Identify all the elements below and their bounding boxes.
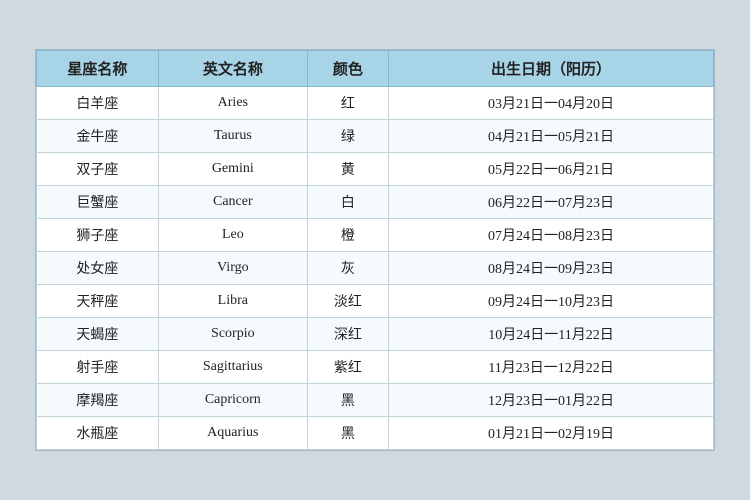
- table-row: 处女座Virgo灰08月24日一09月23日: [37, 252, 714, 285]
- cell-chinese: 水瓶座: [37, 417, 159, 450]
- cell-chinese: 射手座: [37, 351, 159, 384]
- cell-english: Scorpio: [158, 318, 307, 351]
- cell-english: Virgo: [158, 252, 307, 285]
- cell-english: Leo: [158, 219, 307, 252]
- cell-color: 紫红: [307, 351, 388, 384]
- cell-date: 01月21日一02月19日: [389, 417, 714, 450]
- cell-date: 05月22日一06月21日: [389, 153, 714, 186]
- cell-color: 黄: [307, 153, 388, 186]
- cell-color: 深红: [307, 318, 388, 351]
- cell-chinese: 天蝎座: [37, 318, 159, 351]
- cell-english: Gemini: [158, 153, 307, 186]
- header-color: 颜色: [307, 51, 388, 87]
- cell-color: 黑: [307, 384, 388, 417]
- cell-english: Taurus: [158, 120, 307, 153]
- cell-chinese: 天秤座: [37, 285, 159, 318]
- cell-color: 黑: [307, 417, 388, 450]
- table-row: 狮子座Leo橙07月24日一08月23日: [37, 219, 714, 252]
- table-row: 水瓶座Aquarius黑01月21日一02月19日: [37, 417, 714, 450]
- cell-date: 10月24日一11月22日: [389, 318, 714, 351]
- cell-date: 03月21日一04月20日: [389, 87, 714, 120]
- cell-color: 橙: [307, 219, 388, 252]
- cell-chinese: 摩羯座: [37, 384, 159, 417]
- cell-english: Capricorn: [158, 384, 307, 417]
- cell-color: 红: [307, 87, 388, 120]
- table-row: 天秤座Libra淡红09月24日一10月23日: [37, 285, 714, 318]
- cell-date: 07月24日一08月23日: [389, 219, 714, 252]
- table-row: 天蝎座Scorpio深红10月24日一11月22日: [37, 318, 714, 351]
- cell-date: 04月21日一05月21日: [389, 120, 714, 153]
- cell-english: Libra: [158, 285, 307, 318]
- cell-chinese: 金牛座: [37, 120, 159, 153]
- table-body: 白羊座Aries红03月21日一04月20日金牛座Taurus绿04月21日一0…: [37, 87, 714, 450]
- table-row: 双子座Gemini黄05月22日一06月21日: [37, 153, 714, 186]
- table-row: 金牛座Taurus绿04月21日一05月21日: [37, 120, 714, 153]
- header-chinese: 星座名称: [37, 51, 159, 87]
- table-row: 射手座Sagittarius紫红11月23日一12月22日: [37, 351, 714, 384]
- cell-date: 06月22日一07月23日: [389, 186, 714, 219]
- cell-color: 淡红: [307, 285, 388, 318]
- cell-chinese: 处女座: [37, 252, 159, 285]
- table-row: 巨蟹座Cancer白06月22日一07月23日: [37, 186, 714, 219]
- cell-english: Aries: [158, 87, 307, 120]
- cell-english: Aquarius: [158, 417, 307, 450]
- cell-date: 08月24日一09月23日: [389, 252, 714, 285]
- header-english: 英文名称: [158, 51, 307, 87]
- table-row: 白羊座Aries红03月21日一04月20日: [37, 87, 714, 120]
- table-header-row: 星座名称 英文名称 颜色 出生日期（阳历）: [37, 51, 714, 87]
- cell-date: 11月23日一12月22日: [389, 351, 714, 384]
- header-date: 出生日期（阳历）: [389, 51, 714, 87]
- cell-chinese: 巨蟹座: [37, 186, 159, 219]
- zodiac-table: 星座名称 英文名称 颜色 出生日期（阳历） 白羊座Aries红03月21日一04…: [36, 50, 714, 450]
- cell-chinese: 双子座: [37, 153, 159, 186]
- cell-color: 白: [307, 186, 388, 219]
- cell-chinese: 白羊座: [37, 87, 159, 120]
- cell-color: 绿: [307, 120, 388, 153]
- cell-color: 灰: [307, 252, 388, 285]
- cell-date: 09月24日一10月23日: [389, 285, 714, 318]
- table-row: 摩羯座Capricorn黑12月23日一01月22日: [37, 384, 714, 417]
- cell-chinese: 狮子座: [37, 219, 159, 252]
- zodiac-table-container: 星座名称 英文名称 颜色 出生日期（阳历） 白羊座Aries红03月21日一04…: [35, 49, 715, 451]
- cell-date: 12月23日一01月22日: [389, 384, 714, 417]
- cell-english: Cancer: [158, 186, 307, 219]
- cell-english: Sagittarius: [158, 351, 307, 384]
